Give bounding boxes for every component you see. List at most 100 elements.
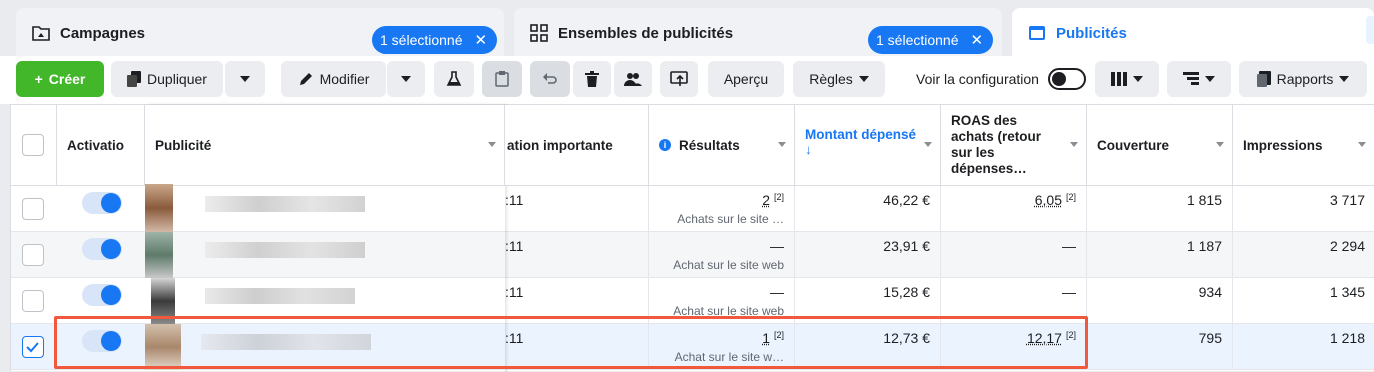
reach-value: 1 187 — [1187, 238, 1222, 254]
sort-icon — [924, 142, 932, 147]
column-header-results[interactable]: i Résultats — [649, 105, 795, 186]
roas-value[interactable]: 6,05 [2] — [1035, 192, 1076, 208]
chevron-down-icon — [240, 76, 250, 82]
flask-icon — [446, 71, 462, 87]
duplicate-dropdown-button[interactable] — [225, 61, 265, 97]
share-icon — [670, 71, 688, 87]
sort-icon — [778, 142, 786, 147]
breakdown-button[interactable] — [1167, 61, 1231, 97]
selection-pill[interactable]: 1 sélectionné ✕ — [868, 26, 993, 54]
impressions-value: 3 717 — [1330, 192, 1365, 208]
undo-icon — [542, 71, 558, 87]
column-header-impressions[interactable]: Impressions — [1233, 105, 1374, 186]
chevron-down-icon — [401, 76, 411, 82]
column-header-activation[interactable]: Activatio — [57, 105, 145, 186]
view-setup-toggle[interactable] — [1048, 68, 1086, 90]
ad-name-redacted — [205, 196, 365, 212]
clipboard-icon — [495, 71, 509, 87]
audience-button[interactable] — [614, 61, 652, 97]
view-setup-label: Voir la configuration — [916, 71, 1039, 87]
sort-icon — [1358, 142, 1366, 147]
rules-button[interactable]: Règles — [793, 61, 885, 97]
selection-pill[interactable]: 1 sélectionné ✕ — [372, 26, 497, 54]
result-value: — — [770, 238, 784, 254]
preview-ad-button[interactable] — [660, 61, 698, 97]
result-type: Achats sur le site … — [677, 212, 784, 226]
ad-name-redacted — [205, 288, 355, 304]
columns-icon — [1111, 72, 1127, 86]
edit-dropdown-button[interactable] — [387, 61, 425, 97]
ad-icon — [1028, 24, 1046, 42]
create-button[interactable]: + Créer — [16, 61, 104, 97]
edit-button[interactable]: Modifier — [281, 61, 386, 97]
row-highlight-annotation — [54, 316, 1088, 369]
roas-value: — — [1062, 238, 1076, 254]
pencil-icon — [298, 71, 314, 87]
table-row[interactable]: :11 2 [2] Achats sur le site … 46,22 € 6,0… — [11, 186, 1374, 232]
people-icon — [624, 72, 642, 86]
tab-label: Publicités — [1056, 25, 1127, 42]
tab-ads[interactable]: Publicités — [1012, 8, 1374, 58]
column-header-spend[interactable]: Montant dépensé ↓ — [795, 105, 941, 186]
row-checkbox[interactable] — [22, 290, 44, 312]
reach-value: 1 815 — [1187, 192, 1222, 208]
chevron-down-icon — [859, 76, 869, 82]
close-icon[interactable]: ✕ — [971, 31, 984, 49]
sort-icon — [1216, 142, 1224, 147]
tab-overflow — [1366, 16, 1374, 44]
toolbar: + Créer Dupliquer Modifier Aperçu Règles … — [0, 56, 1374, 104]
row-checkbox[interactable] — [22, 336, 44, 358]
roas-value: — — [1062, 284, 1076, 300]
impressions-value: 1 218 — [1330, 330, 1365, 346]
reach-value: 795 — [1199, 330, 1222, 346]
result-value: — — [770, 284, 784, 300]
duplicate-button[interactable]: Dupliquer — [111, 61, 223, 97]
sort-desc-arrow-icon: ↓ — [805, 142, 812, 157]
tab-campaigns[interactable]: Campagnes 1 sélectionné ✕ — [16, 8, 504, 58]
column-header-roas[interactable]: ROAS des achats (retour sur les dépenses… — [941, 105, 1087, 186]
sort-icon — [1070, 142, 1078, 147]
duplicate-icon — [127, 71, 141, 87]
row-checkbox[interactable] — [22, 244, 44, 266]
tab-adsets[interactable]: Ensembles de publicités 1 sélectionné ✕ — [514, 8, 1002, 58]
close-icon[interactable]: ✕ — [475, 31, 488, 49]
chevron-down-icon — [1339, 76, 1349, 82]
clipboard-button[interactable] — [482, 61, 522, 97]
plus-icon: + — [35, 71, 43, 87]
delete-button[interactable] — [573, 61, 611, 97]
column-header-reach[interactable]: Couverture — [1087, 105, 1233, 186]
ad-thumbnail — [145, 184, 173, 232]
tab-label: Ensembles de publicités — [558, 25, 733, 42]
impressions-value: 2 294 — [1330, 238, 1365, 254]
breakdown-icon — [1183, 72, 1199, 86]
ad-thumbnail — [145, 232, 173, 278]
spend-value: 46,22 € — [883, 192, 930, 208]
result-type: Achat sur le site web — [673, 258, 784, 272]
ab-test-button[interactable] — [434, 61, 474, 97]
spend-value: 15,28 € — [883, 284, 930, 300]
result-value[interactable]: 2 [2] — [762, 192, 784, 208]
reports-icon — [1257, 71, 1271, 87]
table-row[interactable]: :11 — Achat sur le site web 23,91 € — 1 1… — [11, 232, 1374, 278]
preview-button[interactable]: Aperçu — [708, 61, 784, 97]
columns-button[interactable] — [1095, 61, 1159, 97]
ad-status-toggle[interactable] — [82, 192, 122, 214]
ad-status-toggle[interactable] — [82, 238, 122, 260]
ad-name-cell[interactable] — [145, 186, 505, 232]
trash-icon — [585, 71, 599, 87]
column-header-ad[interactable]: Publicité — [145, 105, 505, 186]
grid-icon — [530, 24, 548, 42]
ad-name-redacted — [205, 242, 365, 258]
row-checkbox[interactable] — [22, 198, 44, 220]
reports-button[interactable]: Rapports — [1239, 61, 1367, 97]
select-all-checkbox[interactable] — [22, 134, 44, 156]
checkmark-icon — [23, 337, 42, 356]
level-tabs: Campagnes 1 sélectionné ✕ Ensembles de pu… — [0, 0, 1374, 56]
ad-status-toggle[interactable] — [82, 284, 122, 306]
info-icon[interactable]: i — [659, 139, 671, 151]
column-header-attribution[interactable]: ation importante — [505, 105, 649, 186]
ad-name-cell[interactable] — [145, 232, 505, 278]
chevron-down-icon — [1133, 76, 1143, 82]
undo-button[interactable] — [530, 61, 570, 97]
reach-value: 934 — [1199, 284, 1222, 300]
